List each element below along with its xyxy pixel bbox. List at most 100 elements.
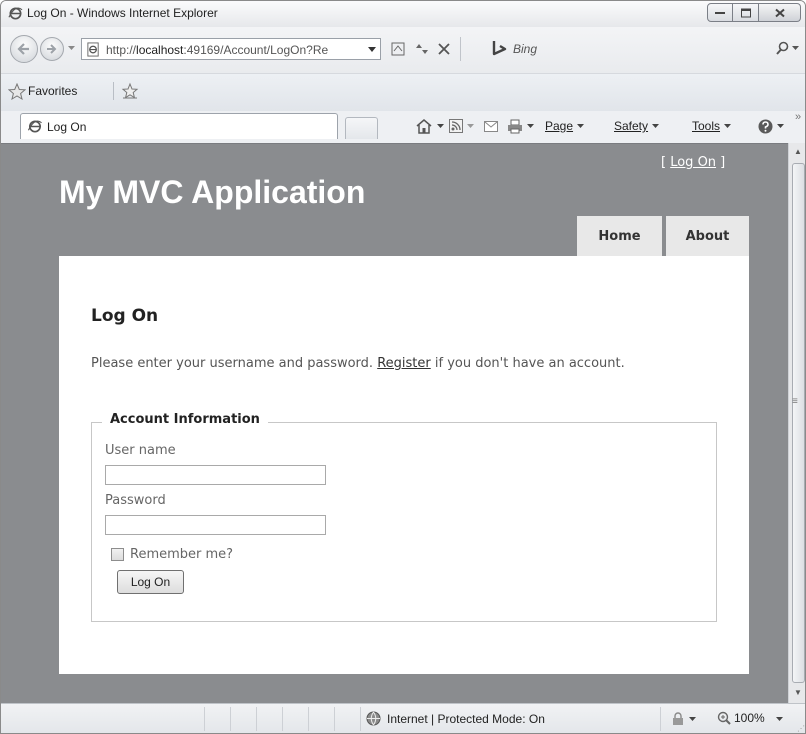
page-dropdown-icon bbox=[577, 123, 585, 128]
bing-logo-icon bbox=[492, 41, 507, 56]
browser-window: Log On - Windows Internet Explorer http:… bbox=[0, 0, 806, 734]
menu-about[interactable]: About bbox=[666, 216, 749, 256]
url-host: localhost bbox=[136, 43, 184, 57]
address-dropdown-icon[interactable] bbox=[368, 47, 376, 52]
stop-icon bbox=[438, 43, 450, 55]
feeds-icon bbox=[449, 119, 463, 133]
compatibility-view-button[interactable] bbox=[387, 39, 409, 59]
login-bracket-open: [ bbox=[661, 155, 671, 170]
zoom-level[interactable]: 100% bbox=[717, 711, 765, 725]
favorites-button[interactable]: Favorites bbox=[28, 84, 77, 98]
login-display: [ Log On ] bbox=[661, 155, 725, 170]
feeds-dropdown-icon bbox=[467, 123, 474, 128]
feeds-button[interactable] bbox=[449, 117, 474, 135]
print-dropdown-icon bbox=[527, 123, 534, 128]
address-url: http://localhost:49169/Account/LogOn?Re bbox=[106, 43, 358, 57]
safety-menu-label: Safety bbox=[614, 119, 649, 133]
url-path: :49169/Account/LogOn?Re bbox=[183, 43, 329, 57]
safety-dropdown-icon bbox=[652, 123, 660, 128]
page-menu-label: Page bbox=[545, 119, 574, 133]
search-icon[interactable] bbox=[776, 41, 789, 55]
more-commands-chevron-icon[interactable]: » bbox=[795, 111, 801, 123]
zoom-icon bbox=[717, 711, 731, 725]
username-input[interactable] bbox=[105, 465, 326, 485]
status-cell bbox=[205, 707, 231, 731]
ie-page-icon bbox=[27, 120, 42, 133]
remember-me-checkbox[interactable] bbox=[111, 548, 124, 561]
intro-text-after: if you don't have an account. bbox=[430, 356, 625, 371]
zoom-dropdown-icon[interactable] bbox=[776, 717, 783, 722]
url-prefix: http:// bbox=[106, 43, 137, 57]
read-mail-button[interactable] bbox=[484, 117, 498, 135]
resize-grip-icon[interactable]: ⋰ bbox=[797, 724, 805, 733]
help-button[interactable] bbox=[758, 117, 784, 135]
print-button[interactable] bbox=[507, 117, 534, 135]
menu-home[interactable]: Home bbox=[577, 216, 662, 256]
forward-button[interactable] bbox=[40, 37, 64, 61]
page-icon bbox=[87, 42, 99, 57]
home-icon bbox=[416, 119, 432, 134]
remember-me-label: Remember me? bbox=[130, 547, 234, 562]
protected-mode-dropdown-icon[interactable] bbox=[689, 717, 696, 722]
window-title: Log On - Windows Internet Explorer bbox=[27, 6, 218, 20]
safety-menu[interactable]: Safety bbox=[614, 117, 660, 135]
status-text-cell bbox=[1, 707, 205, 731]
minimize-icon bbox=[715, 11, 725, 14]
favorites-bar: Favorites bbox=[1, 73, 805, 111]
favorites-star-icon bbox=[8, 83, 26, 100]
status-cell bbox=[257, 707, 283, 731]
scroll-up-arrow-icon[interactable]: ▲ bbox=[794, 147, 802, 156]
page-menu[interactable]: Page bbox=[545, 117, 585, 135]
password-label: Password bbox=[105, 493, 166, 508]
toolbar-separator bbox=[460, 37, 461, 61]
vertical-scrollbar[interactable]: ▲ ≡ ▼ bbox=[788, 143, 805, 703]
help-icon bbox=[758, 119, 773, 133]
stop-button[interactable] bbox=[433, 39, 455, 59]
status-cell bbox=[283, 707, 309, 731]
search-dropdown-icon[interactable] bbox=[792, 46, 799, 51]
status-cell bbox=[231, 707, 257, 731]
password-input[interactable] bbox=[105, 515, 326, 535]
tools-menu[interactable]: Tools bbox=[692, 117, 732, 135]
address-bar[interactable]: http://localhost:49169/Account/LogOn?Re bbox=[81, 38, 381, 60]
intro-text-before: Please enter your username and password. bbox=[91, 356, 378, 371]
home-dropdown-icon bbox=[437, 123, 444, 128]
mail-icon bbox=[484, 120, 498, 132]
tools-dropdown-icon bbox=[724, 123, 732, 128]
register-link[interactable]: Register bbox=[377, 356, 431, 371]
back-button[interactable] bbox=[10, 35, 38, 63]
maximize-button[interactable] bbox=[733, 3, 759, 22]
refresh-button[interactable] bbox=[411, 39, 433, 59]
home-button[interactable] bbox=[415, 117, 444, 135]
recent-pages-dropdown-icon[interactable] bbox=[68, 46, 75, 51]
search-box[interactable]: Bing bbox=[487, 38, 805, 60]
tab-log-on[interactable]: Log On bbox=[20, 113, 338, 139]
close-button[interactable] bbox=[759, 3, 801, 22]
add-to-favorites-bar-icon[interactable] bbox=[121, 82, 139, 100]
page-viewport: [ Log On ] My MVC Application Home About… bbox=[1, 143, 788, 703]
main-content: Log On Please enter your username and pa… bbox=[59, 256, 749, 674]
ie-logo-icon bbox=[8, 7, 23, 20]
protected-mode-icon[interactable] bbox=[671, 712, 685, 726]
username-label: User name bbox=[105, 443, 176, 458]
new-tab-button[interactable] bbox=[345, 117, 378, 139]
scrollbar-thumb[interactable] bbox=[792, 163, 805, 683]
back-arrow-icon bbox=[17, 43, 29, 55]
log-on-submit-button[interactable]: Log On bbox=[117, 570, 184, 594]
scroll-down-arrow-icon[interactable]: ▼ bbox=[794, 688, 802, 697]
minimize-button[interactable] bbox=[707, 3, 733, 22]
site-title: My MVC Application bbox=[59, 174, 366, 210]
status-cell bbox=[335, 707, 361, 731]
zoom-text: 100% bbox=[734, 711, 765, 725]
page-heading: Log On bbox=[91, 306, 159, 326]
fieldset-legend: Account Information bbox=[102, 412, 268, 427]
window-controls bbox=[707, 3, 801, 22]
security-zone[interactable]: Internet | Protected Mode: On bbox=[366, 711, 545, 726]
status-bar: Internet | Protected Mode: On 100% ⋰ bbox=[1, 703, 805, 733]
tools-menu-label: Tools bbox=[692, 119, 721, 133]
search-placeholder: Bing bbox=[513, 42, 538, 56]
log-on-link[interactable]: Log On bbox=[670, 155, 716, 170]
close-icon bbox=[774, 8, 785, 17]
help-dropdown-icon bbox=[777, 123, 784, 128]
maximize-icon bbox=[740, 8, 751, 17]
